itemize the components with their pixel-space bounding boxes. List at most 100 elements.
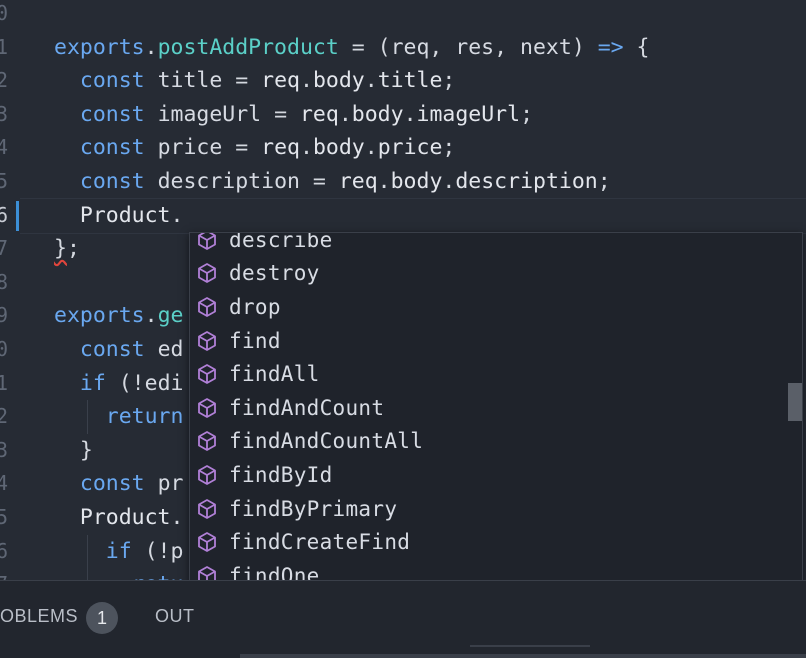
code-token: .: [170, 202, 184, 228]
method-cube-icon: [195, 362, 219, 386]
suggestion-label: drop: [229, 294, 281, 319]
code-token: .: [403, 101, 417, 127]
code-line[interactable]: const ed: [54, 333, 184, 367]
code-token: =: [222, 68, 262, 94]
code-token: .: [338, 101, 352, 127]
code-token: req: [261, 135, 300, 161]
code-token: .: [300, 68, 313, 94]
suggestion-item[interactable]: findCreateFind: [190, 525, 802, 559]
method-cube-icon: [195, 295, 219, 319]
code-token: =: [222, 135, 262, 161]
code-token: edi: [144, 370, 184, 396]
indent-guide: [87, 400, 88, 434]
code-token: const: [79, 169, 145, 194]
method-cube-icon: [195, 497, 219, 521]
code-token: .: [144, 303, 158, 329]
code-token: .: [442, 169, 456, 194]
suggestion-item[interactable]: findAll: [190, 357, 802, 391]
code-token: =>: [597, 34, 624, 60]
code-token: =: [261, 101, 300, 127]
code-token: const: [79, 471, 145, 497]
method-cube-icon: [195, 429, 219, 453]
suggest-scrollbar-thumb[interactable]: [788, 383, 802, 421]
suggestion-label: findAndCountAll: [229, 429, 424, 454]
code-token: exports: [54, 303, 145, 329]
code-line[interactable]: const description = req.body.description…: [54, 165, 611, 199]
code-token: }: [54, 437, 93, 463]
code-line[interactable]: Product.: [54, 199, 184, 233]
line-number: 6: [0, 202, 8, 227]
code-line[interactable]: };: [54, 232, 80, 266]
code-token: imageUrl: [157, 101, 262, 127]
code-token: (!: [105, 370, 145, 396]
code-token: .: [300, 135, 313, 161]
code-line[interactable]: exports.ge: [54, 299, 183, 333]
code-token: req: [261, 68, 300, 94]
code-line[interactable]: exports.postAddProduct = (req, res, next…: [54, 31, 649, 65]
code-token: if: [79, 370, 106, 396]
code-line[interactable]: return: [54, 400, 184, 434]
suggestion-item[interactable]: destroy: [190, 257, 802, 291]
code-token: pr: [157, 471, 184, 497]
code-token: return: [105, 404, 184, 430]
suggestion-item[interactable]: find: [190, 324, 802, 358]
tab-problems[interactable]: OBLEMS: [0, 606, 78, 627]
code-line[interactable]: const price = req.body.price;: [54, 131, 455, 165]
code-token: imageUrl: [416, 101, 521, 127]
method-cube-icon: [195, 530, 219, 554]
code-token: body: [312, 135, 365, 161]
code-token: if: [105, 538, 132, 564]
code-token: title: [157, 68, 223, 94]
code-token: p: [170, 538, 184, 564]
suggestion-item[interactable]: findById: [190, 458, 802, 492]
line-number: 3: [0, 437, 8, 462]
line-number: 1: [0, 34, 8, 59]
code-line[interactable]: const imageUrl = req.body.imageUrl;: [54, 98, 533, 132]
code-line[interactable]: const title = req.body.title;: [54, 64, 455, 98]
code-line[interactable]: const pr: [54, 467, 184, 501]
code-line[interactable]: if (!p: [54, 535, 184, 569]
suggestion-label: find: [229, 328, 281, 353]
code-token: ;: [597, 169, 611, 194]
code-line[interactable]: }: [54, 434, 93, 468]
suggestion-item[interactable]: findByPrimary: [190, 492, 802, 526]
code-line[interactable]: Product.: [54, 501, 184, 535]
panel-resize-handle[interactable]: [470, 645, 590, 647]
code-token: price: [377, 135, 443, 161]
suggestion-label: findByPrimary: [229, 496, 398, 521]
line-number: 2: [0, 68, 8, 93]
code-token: =: [299, 169, 339, 194]
code-token: .: [377, 169, 391, 194]
code-token: retu: [132, 572, 184, 580]
tab-output[interactable]: OUT: [155, 606, 195, 627]
code-token: ): [571, 34, 598, 60]
code-token: body: [312, 68, 365, 94]
suggestion-label: findCreateFind: [229, 530, 411, 555]
code-token: }: [54, 236, 67, 262]
suggestion-item[interactable]: describe: [190, 233, 802, 257]
line-number: 3: [0, 101, 8, 126]
line-number: 1: [0, 370, 8, 395]
code-token: ;: [520, 101, 534, 127]
bottom-panel-tabs: OBLEMS 1 OUT: [0, 580, 806, 658]
code-token: title: [377, 68, 443, 94]
suggestion-item[interactable]: drop: [190, 290, 802, 324]
suggestion-item[interactable]: findAndCount: [190, 391, 802, 425]
method-cube-icon: [195, 396, 219, 420]
suggestion-item[interactable]: findAndCountAll: [190, 425, 802, 459]
code-line[interactable]: retu: [54, 568, 184, 580]
autocomplete-suggest-widget[interactable]: describe destroy drop find findAll findAndCou…: [189, 232, 803, 634]
code-token: const: [79, 101, 145, 127]
method-cube-icon: [195, 233, 219, 252]
code-line[interactable]: if (!edi: [54, 367, 184, 401]
code-token: Product: [79, 505, 171, 530]
